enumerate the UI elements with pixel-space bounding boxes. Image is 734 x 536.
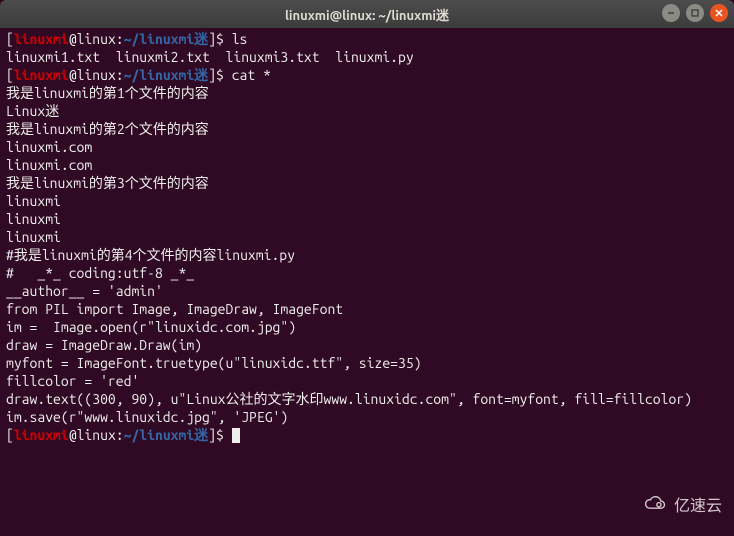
watermark: 亿速云: [640, 492, 722, 516]
output-line: linuxmi.com: [6, 156, 728, 174]
cloud-icon: [640, 495, 668, 513]
output-line: # _*_ coding:utf-8 _*_: [6, 264, 728, 282]
output-line: Linux迷: [6, 102, 728, 120]
output-line: linuxmi: [6, 210, 728, 228]
maximize-button[interactable]: [686, 4, 704, 22]
command-text: ls: [232, 31, 248, 47]
output-line: 我是linuxmi的第3个文件的内容: [6, 174, 728, 192]
command-text: cat *: [232, 67, 271, 83]
output-line: linuxmi.com: [6, 138, 728, 156]
output-line: fillcolor = 'red': [6, 372, 728, 390]
output-line: from PIL import Image, ImageDraw, ImageF…: [6, 300, 728, 318]
close-button[interactable]: [710, 4, 728, 22]
output-line: 我是linuxmi的第1个文件的内容: [6, 84, 728, 102]
output-line: myfont = ImageFont.truetype(u"linuxidc.t…: [6, 354, 728, 372]
prompt-line: [linuxmi@linux:~/linuxmi迷]$ cat *: [6, 66, 728, 84]
output-line: draw = ImageDraw.Draw(im): [6, 336, 728, 354]
minimize-button[interactable]: [662, 4, 680, 22]
window-controls: [662, 4, 728, 22]
output-line: im = Image.open(r"linuxidc.com.jpg"): [6, 318, 728, 336]
output-line: linuxmi: [6, 192, 728, 210]
output-line: linuxmi: [6, 228, 728, 246]
titlebar: linuxmi@linux: ~/linuxmi迷: [0, 0, 734, 28]
output-line: 我是linuxmi的第2个文件的内容: [6, 120, 728, 138]
output-line: im.save(r"www.linuxidc.jpg", 'JPEG'): [6, 408, 728, 426]
terminal-body[interactable]: [linuxmi@linux:~/linuxmi迷]$ lslinuxmi1.t…: [0, 28, 734, 536]
output-line: __author__ = 'admin': [6, 282, 728, 300]
watermark-text: 亿速云: [674, 492, 722, 516]
window-title: linuxmi@linux: ~/linuxmi迷: [285, 5, 449, 24]
prompt-line: [linuxmi@linux:~/linuxmi迷]$ ls: [6, 30, 728, 48]
output-line: #我是linuxmi的第4个文件的内容linuxmi.py: [6, 246, 728, 264]
output-line: draw.text((300, 90), u"Linux公社的文字水印www.l…: [6, 390, 728, 408]
cursor: [232, 428, 240, 443]
prompt-line: [linuxmi@linux:~/linuxmi迷]$: [6, 426, 728, 444]
output-line: linuxmi1.txt linuxmi2.txt linuxmi3.txt l…: [6, 48, 728, 66]
